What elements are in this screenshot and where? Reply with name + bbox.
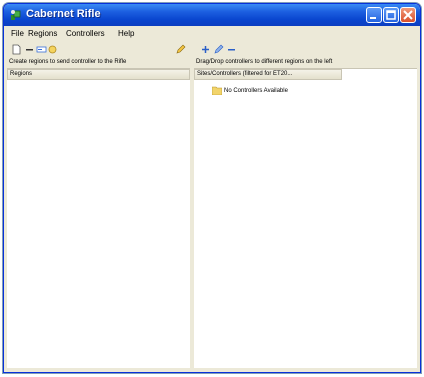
title-bar[interactable]: Cabernet Rifle [4,4,420,26]
menu-file[interactable]: File [11,29,24,38]
window-title: Cabernet Rifle [26,8,101,20]
new-document-icon[interactable] [11,44,22,55]
close-button[interactable] [400,7,416,23]
regions-toolbar [7,42,190,57]
window-bottom-border [4,368,420,372]
minimize-icon [370,17,376,19]
folder-icon [212,86,222,95]
app-icon [11,10,21,20]
menu-controllers[interactable]: Controllers [66,29,105,38]
header-filler [342,69,417,80]
regions-hint: Create regions to send controller to the… [7,57,190,69]
edit-controller-icon[interactable] [213,44,224,55]
app-window: Cabernet Rifle File Regions Controllers … [3,3,421,373]
controllers-pane: Drag/Drop controllers to different regio… [194,42,417,368]
remove-icon[interactable] [24,44,35,55]
rename-icon[interactable] [36,44,47,55]
add-icon[interactable] [200,44,211,55]
close-icon [403,10,413,20]
menu-bar: File Regions Controllers Help [4,26,420,41]
regions-column-header[interactable]: Regions [7,69,190,80]
maximize-button[interactable] [383,7,399,23]
maximize-icon [386,10,396,20]
regions-pane: Create regions to send controller to the… [7,42,190,368]
tree-item-label: No Controllers Available [224,88,288,94]
properties-icon[interactable] [47,44,58,55]
remove-controller-icon[interactable] [226,44,237,55]
controllers-hint: Drag/Drop controllers to different regio… [194,57,417,69]
menu-regions[interactable]: Regions [28,29,57,38]
edit-icon[interactable] [175,44,186,55]
menu-help[interactable]: Help [118,29,134,38]
controllers-toolbar [194,42,417,57]
controllers-column-header[interactable]: Sites/Controllers (filtered for ET20... [194,69,342,80]
minimize-button[interactable] [366,7,382,23]
